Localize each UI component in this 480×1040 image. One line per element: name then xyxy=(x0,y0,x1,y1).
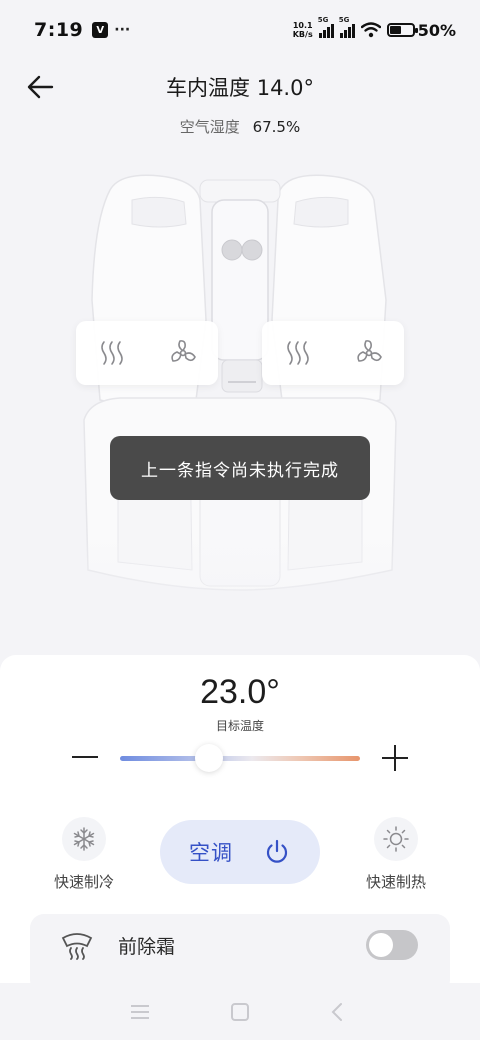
quick-cool-button[interactable]: 快速制冷 xyxy=(44,817,124,892)
system-back-button[interactable] xyxy=(326,1001,350,1023)
quick-heat-label: 快速制热 xyxy=(365,873,426,891)
quick-cool-label: 快速制冷 xyxy=(53,873,114,891)
snowflake-icon xyxy=(73,827,95,851)
target-temperature-value: 23.0° xyxy=(200,673,280,711)
network-speed: 10.1 KB/s xyxy=(292,21,313,39)
decrease-temp-button[interactable] xyxy=(70,745,100,769)
page-title: 车内温度 14.0° xyxy=(166,76,314,100)
target-temperature-label: 目标温度 xyxy=(215,719,264,733)
battery-icon xyxy=(386,23,418,37)
cell-signal-icon-2: 5G xyxy=(339,16,355,38)
fan-icon xyxy=(170,340,196,362)
chevron-left-icon xyxy=(331,1003,342,1021)
menu-icon xyxy=(131,1005,149,1019)
home-button[interactable] xyxy=(228,1001,252,1023)
increase-temp-button[interactable] xyxy=(380,743,410,773)
heat-waves-icon xyxy=(286,341,309,365)
humidity-label: 空气湿度 xyxy=(179,118,240,136)
ac-power-button[interactable]: 空调 xyxy=(160,820,320,884)
windshield-defrost-icon xyxy=(61,933,93,960)
more-notifications-icon: ··· xyxy=(114,22,131,38)
app-notification-icon: V xyxy=(92,22,109,38)
power-icon xyxy=(266,839,288,863)
driver-seat-controls xyxy=(76,321,218,385)
car-seats-illustration xyxy=(0,150,480,660)
climate-control-panel: 23.0° 目标温度 快速制冷 空调 快速制热 前除霜 xyxy=(0,655,480,994)
status-time: 7:19 xyxy=(34,19,84,41)
front-defrost-toggle[interactable] xyxy=(366,930,418,960)
humidity-value: 67.5% xyxy=(252,118,301,136)
home-icon xyxy=(231,1003,249,1021)
cell-signal-icon: 5G xyxy=(318,16,334,38)
header: 车内温度 14.0° xyxy=(0,60,480,116)
passenger-seat-controls xyxy=(262,321,404,385)
front-defrost-row: 前除霜 xyxy=(30,914,450,994)
front-defrost-label: 前除霜 xyxy=(118,936,176,958)
toggle-knob xyxy=(369,933,393,957)
temperature-slider-thumb[interactable] xyxy=(194,744,223,772)
system-nav-bar xyxy=(0,983,480,1040)
humidity-readout: 空气湿度 67.5% xyxy=(0,116,480,137)
wifi-icon xyxy=(360,22,381,38)
driver-seat-fan-button[interactable] xyxy=(163,333,203,373)
passenger-seat-heat-button[interactable] xyxy=(278,333,318,373)
fan-icon xyxy=(356,340,382,362)
plus-icon xyxy=(382,745,408,771)
toast-message: 上一条指令尚未执行完成 xyxy=(110,436,370,500)
car-interior-view xyxy=(0,150,480,660)
passenger-seat-fan-button[interactable] xyxy=(349,333,389,373)
battery-percent: 50% xyxy=(417,20,456,40)
recent-apps-button[interactable] xyxy=(128,1001,152,1023)
sun-icon xyxy=(383,826,409,852)
heat-waves-icon xyxy=(100,341,123,365)
ac-label: 空调 xyxy=(189,841,233,865)
temperature-slider[interactable] xyxy=(120,756,360,761)
driver-seat-heat-button[interactable] xyxy=(92,333,132,373)
quick-heat-button[interactable]: 快速制热 xyxy=(356,817,436,892)
status-bar: 7:19 V ··· 10.1 KB/s 5G 5G 50% xyxy=(0,0,480,60)
